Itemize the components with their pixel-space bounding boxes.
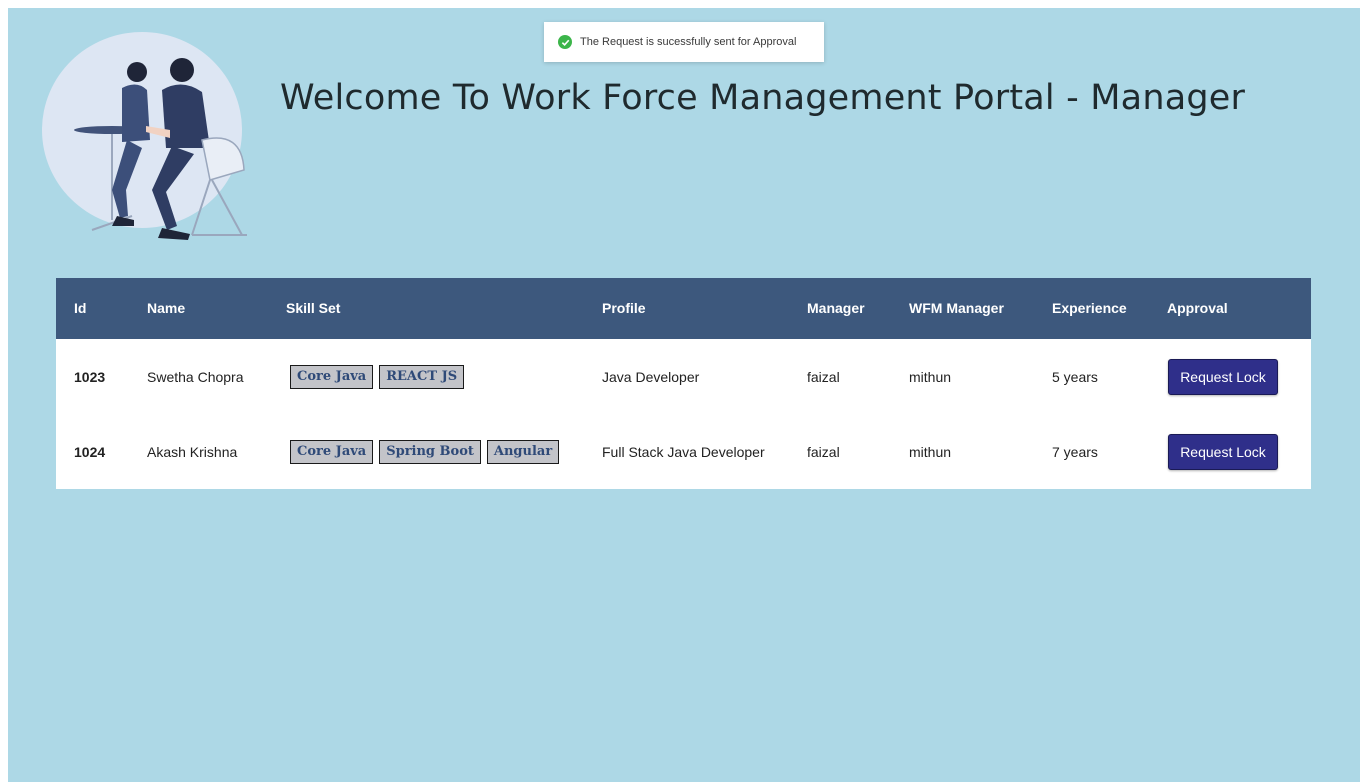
employee-experience: 7 years xyxy=(1052,444,1098,460)
column-header-id: Id xyxy=(74,300,87,316)
column-header-skill-set: Skill Set xyxy=(286,300,341,316)
skill-chip: Core Java xyxy=(290,365,374,389)
employee-wfm-manager: mithun xyxy=(909,369,952,385)
employee-id: 1023 xyxy=(74,369,106,385)
skill-chips: Core Java Spring Boot Angular xyxy=(290,440,560,464)
employee-profile: Java Developer xyxy=(602,369,700,385)
column-header-name: Name xyxy=(147,300,186,316)
skill-chip: Angular xyxy=(486,440,560,464)
employee-id: 1024 xyxy=(74,444,106,460)
table-row: 1023 Swetha Chopra Core Java REACT JS Ja… xyxy=(56,339,1311,414)
employee-experience: 5 years xyxy=(1052,369,1098,385)
employee-manager: faizal xyxy=(807,369,840,385)
skill-chips: Core Java REACT JS xyxy=(290,365,465,389)
column-header-manager: Manager xyxy=(807,300,865,316)
meeting-illustration xyxy=(42,30,252,244)
employee-profile: Full Stack Java Developer xyxy=(602,444,765,460)
page-background: Welcome To Work Force Management Portal … xyxy=(8,8,1360,782)
column-header-wfm-manager: WFM Manager xyxy=(909,300,1004,316)
success-toast: The Request is sucessfully sent for Appr… xyxy=(544,22,824,62)
table-row: 1024 Akash Krishna Core Java Spring Boot… xyxy=(56,414,1311,489)
column-header-experience: Experience xyxy=(1052,300,1127,316)
employee-name: Akash Krishna xyxy=(147,444,238,460)
toast-message: The Request is sucessfully sent for Appr… xyxy=(580,36,797,48)
column-header-profile: Profile xyxy=(602,300,646,316)
skill-chip: REACT JS xyxy=(379,365,465,389)
table-header: Id Name Skill Set Profile Manager WFM Ma… xyxy=(56,278,1311,339)
skill-chip: Spring Boot xyxy=(379,440,481,464)
request-lock-button[interactable]: Request Lock xyxy=(1168,434,1278,470)
employee-wfm-manager: mithun xyxy=(909,444,952,460)
skill-chip: Core Java xyxy=(290,440,374,464)
employee-manager: faizal xyxy=(807,444,840,460)
request-lock-button[interactable]: Request Lock xyxy=(1168,359,1278,395)
page-title: Welcome To Work Force Management Portal … xyxy=(280,78,1246,118)
check-circle-icon xyxy=(558,35,572,49)
employee-table: Id Name Skill Set Profile Manager WFM Ma… xyxy=(56,278,1311,489)
column-header-approval: Approval xyxy=(1167,300,1228,316)
employee-name: Swetha Chopra xyxy=(147,369,244,385)
